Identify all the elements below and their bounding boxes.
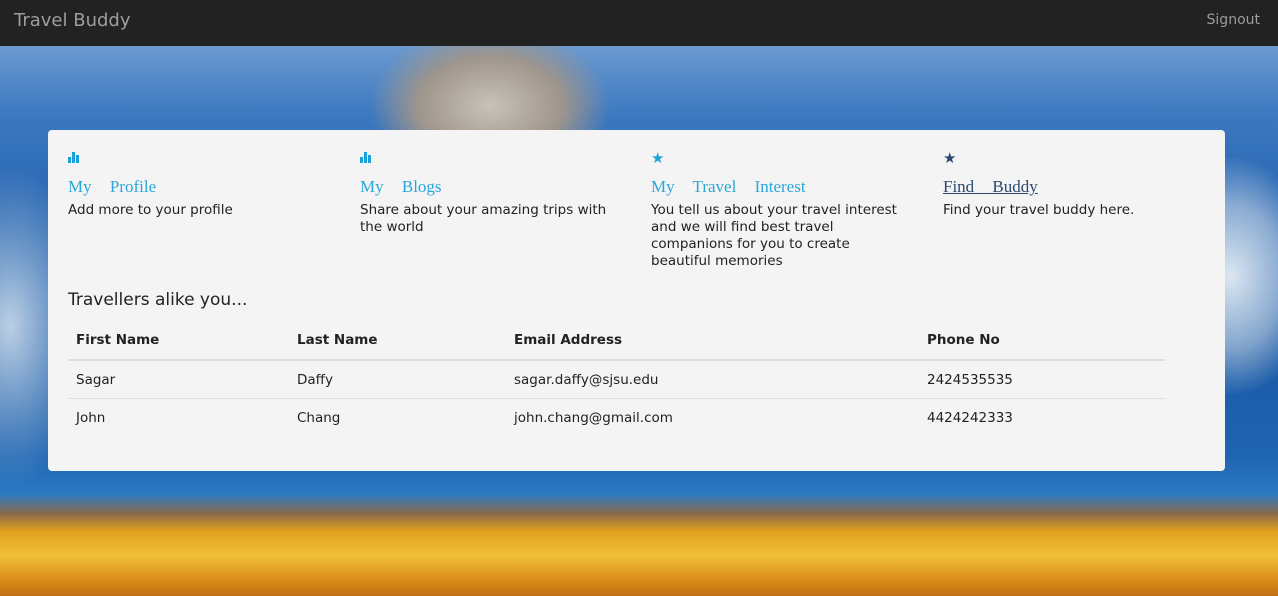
- cell-last-name: Daffy: [289, 360, 506, 399]
- signout-link[interactable]: Signout: [1207, 12, 1260, 28]
- table-row: Sagar Daffy sagar.daffy@sjsu.edu 2424535…: [68, 360, 1165, 399]
- cell-first-name: Sagar: [68, 360, 289, 399]
- brand-logo[interactable]: Travel Buddy: [14, 10, 131, 31]
- find-buddy-link[interactable]: Find Buddy: [943, 177, 1203, 197]
- travellers-table: First Name Last Name Email Address Phone…: [68, 323, 1165, 436]
- column-header-last-name: Last Name: [289, 323, 506, 361]
- star-icon: ★: [651, 149, 665, 167]
- table-header-row: First Name Last Name Email Address Phone…: [68, 323, 1165, 361]
- cell-email: john.chang@gmail.com: [514, 409, 673, 426]
- my-blogs-link[interactable]: My Blogs: [360, 177, 620, 197]
- card-description: You tell us about your travel interest a…: [651, 202, 897, 269]
- card-my-blogs: My Blogs Share about your amazing trips …: [360, 150, 620, 236]
- section-heading: Travellers alike you...: [68, 290, 248, 310]
- column-header-phone: Phone No: [919, 323, 1165, 361]
- cell-phone: 4424242333: [927, 409, 1013, 426]
- bar-chart-icon: [360, 150, 620, 166]
- column-header-first-name: First Name: [68, 323, 289, 361]
- dashboard-panel: My Profile Add more to your profile My B…: [48, 130, 1225, 471]
- my-profile-link[interactable]: My Profile: [68, 177, 328, 197]
- card-description: Share about your amazing trips with the …: [360, 202, 607, 235]
- card-find-buddy: ★ Find Buddy Find your travel buddy here…: [943, 150, 1203, 219]
- card-description: Add more to your profile: [68, 202, 233, 218]
- table-row: John Chang john.chang@gmail.com 44242423…: [68, 399, 1165, 437]
- card-my-profile: My Profile Add more to your profile: [68, 150, 328, 219]
- cell-email: sagar.daffy@sjsu.edu: [506, 360, 919, 399]
- card-my-travel-interest: ★ My Travel Interest You tell us about y…: [651, 150, 911, 270]
- column-header-email: Email Address: [506, 323, 919, 361]
- my-travel-interest-link[interactable]: My Travel Interest: [651, 177, 911, 197]
- cell-phone: 2424535535: [919, 360, 1165, 399]
- star-icon: ★: [943, 149, 957, 167]
- cell-first-name: John: [76, 409, 106, 426]
- top-navbar: Travel Buddy Signout: [0, 0, 1278, 46]
- bar-chart-icon: [68, 150, 328, 166]
- card-description: Find your travel buddy here.: [943, 202, 1135, 218]
- cell-last-name: Chang: [297, 409, 341, 426]
